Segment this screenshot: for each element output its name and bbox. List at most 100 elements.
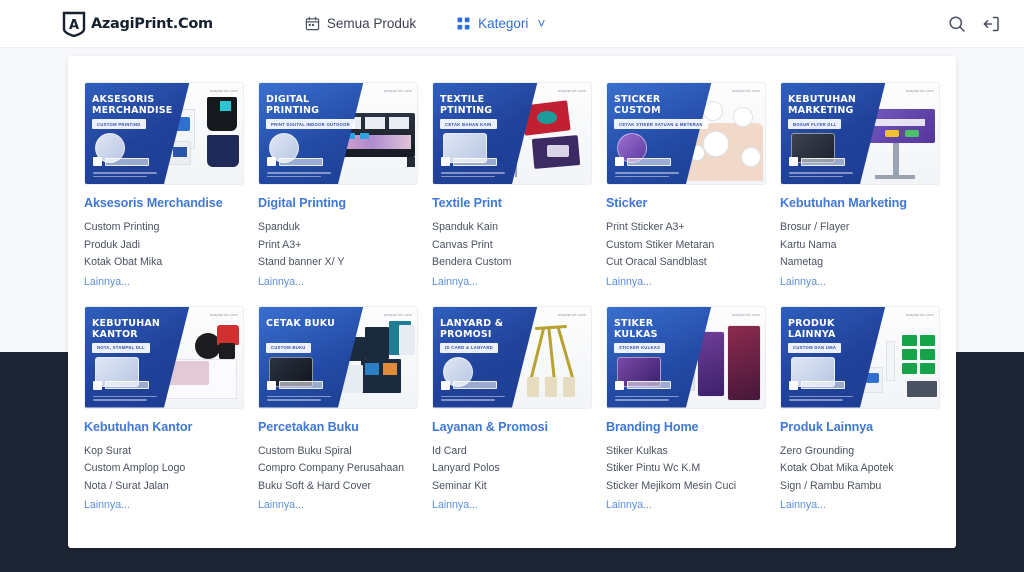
category-banner[interactable]: KEBUTUHAN KANTOR NOTA, STAMPEL DLL azagi…: [84, 306, 244, 409]
more-link[interactable]: Lainnya...: [606, 276, 652, 288]
list-item[interactable]: Cut Oracal Sandblast: [606, 254, 766, 272]
brand-logo[interactable]: A AzagiPrint.Com: [62, 11, 213, 37]
more-link[interactable]: Lainnya...: [84, 499, 130, 511]
banner-cta-button[interactable]: [93, 157, 149, 166]
banner-legal-text: [93, 172, 157, 179]
card-title[interactable]: Percetakan Buku: [258, 420, 418, 435]
category-banner[interactable]: STIKER KULKAS STICKER KULKAS azagiprint.…: [606, 306, 766, 409]
banner-cta-button[interactable]: [267, 157, 323, 166]
list-item[interactable]: Seminar Kit: [432, 478, 592, 496]
category-banner[interactable]: LANYARD & PROMOSI ID CARD & LANYARD azag…: [432, 306, 592, 409]
list-item[interactable]: Kotak Obat Mika Apotek: [780, 460, 940, 478]
list-item[interactable]: Print Sticker A3+: [606, 219, 766, 237]
list-item[interactable]: Sign / Rambu Rambu: [780, 478, 940, 496]
category-banner[interactable]: PRODUK LAINNYA CUSTOM DAN UMA azagiprint…: [780, 306, 940, 409]
category-card[interactable]: LANYARD & PROMOSI ID CARD & LANYARD azag…: [432, 306, 592, 514]
list-item[interactable]: Kotak Obat Mika: [84, 254, 244, 272]
list-item[interactable]: Canvas Print: [432, 237, 592, 255]
banner-watermark: azagiprint.com: [558, 89, 586, 93]
list-item[interactable]: Nametag: [780, 254, 940, 272]
category-card[interactable]: KEBUTUHAN MARKETING BOSUR FLYER DLL azag…: [780, 82, 940, 290]
nav-item-semua-produk[interactable]: Semua Produk: [305, 16, 416, 31]
list-item[interactable]: Buku Soft & Hard Cover: [258, 478, 418, 496]
search-icon[interactable]: [948, 15, 966, 33]
list-item[interactable]: Compro Company Perusahaan: [258, 460, 418, 478]
category-card[interactable]: PRODUK LAINNYA CUSTOM DAN UMA azagiprint…: [780, 306, 940, 514]
category-card[interactable]: AKSESORIS MERCHANDISE CUSTOM PRINTING az…: [84, 82, 244, 290]
cart-icon: [789, 157, 798, 166]
list-item[interactable]: Custom Stiker Metaran: [606, 237, 766, 255]
list-item[interactable]: Zero Grounding: [780, 443, 940, 461]
banner-title: KEBUTUHAN MARKETING: [788, 94, 860, 116]
more-link[interactable]: Lainnya...: [258, 276, 304, 288]
list-item[interactable]: Nota / Surat Jalan: [84, 478, 244, 496]
banner-subtitle: CUSTOM PRINTING: [92, 119, 146, 129]
nav-item-kategori[interactable]: Kategori ˅: [456, 16, 545, 31]
list-item[interactable]: Brosur / Flayer: [780, 219, 940, 237]
card-title[interactable]: Layanan & Promosi: [432, 420, 592, 435]
category-banner[interactable]: STICKER CUSTOM CETAK STIKER SATUAN & MET…: [606, 82, 766, 185]
category-card[interactable]: TEXTILE PTINTING CETAK BAHAN KAIN azagip…: [432, 82, 592, 290]
card-title[interactable]: Aksesoris Merchandise: [84, 196, 244, 211]
banner-cta-button[interactable]: [615, 157, 671, 166]
login-icon[interactable]: [982, 15, 1000, 33]
list-item[interactable]: Custom Buku Spiral: [258, 443, 418, 461]
card-title[interactable]: Produk Lainnya: [780, 420, 940, 435]
card-item-list: Zero Grounding Kotak Obat Mika Apotek Si…: [780, 443, 940, 496]
banner-title: STIKER KULKAS: [614, 318, 686, 340]
more-link[interactable]: Lainnya...: [432, 276, 478, 288]
card-title[interactable]: Kebutuhan Kantor: [84, 420, 244, 435]
list-item[interactable]: Kop Surat: [84, 443, 244, 461]
banner-cta-button[interactable]: [615, 381, 671, 390]
more-link[interactable]: Lainnya...: [780, 276, 826, 288]
banner-cta-button[interactable]: [441, 381, 497, 390]
card-title[interactable]: Kebutuhan Marketing: [780, 196, 940, 211]
banner-cta-button[interactable]: [789, 381, 845, 390]
list-item[interactable]: Custom Amplop Logo: [84, 460, 244, 478]
list-item[interactable]: Print A3+: [258, 237, 418, 255]
banner-legal-text: [615, 396, 679, 403]
category-banner[interactable]: KEBUTUHAN MARKETING BOSUR FLYER DLL azag…: [780, 82, 940, 185]
banner-watermark: azagiprint.com: [906, 313, 934, 317]
more-link[interactable]: Lainnya...: [432, 499, 478, 511]
list-item[interactable]: Stand banner X/ Y: [258, 254, 418, 272]
more-link[interactable]: Lainnya...: [606, 499, 652, 511]
category-card[interactable]: STICKER CUSTOM CETAK STIKER SATUAN & MET…: [606, 82, 766, 290]
list-item[interactable]: Kartu Nama: [780, 237, 940, 255]
more-link[interactable]: Lainnya...: [258, 499, 304, 511]
banner-legal-text: [93, 396, 157, 403]
list-item[interactable]: Stiker Pintu Wc K.M: [606, 460, 766, 478]
category-card[interactable]: STIKER KULKAS STICKER KULKAS azagiprint.…: [606, 306, 766, 514]
card-title[interactable]: Branding Home: [606, 420, 766, 435]
category-card[interactable]: CETAK BUKU CUSTOM BUKU azagiprint.com Pe…: [258, 306, 418, 514]
banner-cta-button[interactable]: [267, 381, 323, 390]
list-item[interactable]: Lanyard Polos: [432, 460, 592, 478]
banner-subtitle: CUSTOM DAN UMA: [788, 343, 841, 353]
category-card[interactable]: DIGITAL PRINTING PRINT DIGITAL INDOOR OU…: [258, 82, 418, 290]
list-item[interactable]: Spanduk: [258, 219, 418, 237]
banner-cta-button[interactable]: [789, 157, 845, 166]
category-banner[interactable]: DIGITAL PRINTING PRINT DIGITAL INDOOR OU…: [258, 82, 418, 185]
more-link[interactable]: Lainnya...: [84, 276, 130, 288]
list-item[interactable]: Id Card: [432, 443, 592, 461]
list-item[interactable]: Spanduk Kain: [432, 219, 592, 237]
list-item[interactable]: Stiker Kulkas: [606, 443, 766, 461]
card-item-list: Custom Printing Produk Jadi Kotak Obat M…: [84, 219, 244, 272]
card-title[interactable]: Sticker: [606, 196, 766, 211]
more-link[interactable]: Lainnya...: [780, 499, 826, 511]
list-item[interactable]: Bendera Custom: [432, 254, 592, 272]
card-title[interactable]: Digital Printing: [258, 196, 418, 211]
banner-cta-button[interactable]: [441, 157, 497, 166]
banner-title: KEBUTUHAN KANTOR: [92, 318, 164, 340]
category-card[interactable]: KEBUTUHAN KANTOR NOTA, STAMPEL DLL azagi…: [84, 306, 244, 514]
category-banner[interactable]: TEXTILE PTINTING CETAK BAHAN KAIN azagip…: [432, 82, 592, 185]
list-item[interactable]: Sticker Mejikom Mesin Cuci: [606, 478, 766, 496]
banner-cta-button[interactable]: [93, 381, 149, 390]
category-banner[interactable]: CETAK BUKU CUSTOM BUKU azagiprint.com: [258, 306, 418, 409]
list-item[interactable]: Produk Jadi: [84, 237, 244, 255]
banner-title: STICKER CUSTOM: [614, 94, 686, 116]
card-title[interactable]: Textile Print: [432, 196, 592, 211]
banner-subtitle: CUSTOM BUKU: [266, 343, 311, 353]
category-banner[interactable]: AKSESORIS MERCHANDISE CUSTOM PRINTING az…: [84, 82, 244, 185]
list-item[interactable]: Custom Printing: [84, 219, 244, 237]
